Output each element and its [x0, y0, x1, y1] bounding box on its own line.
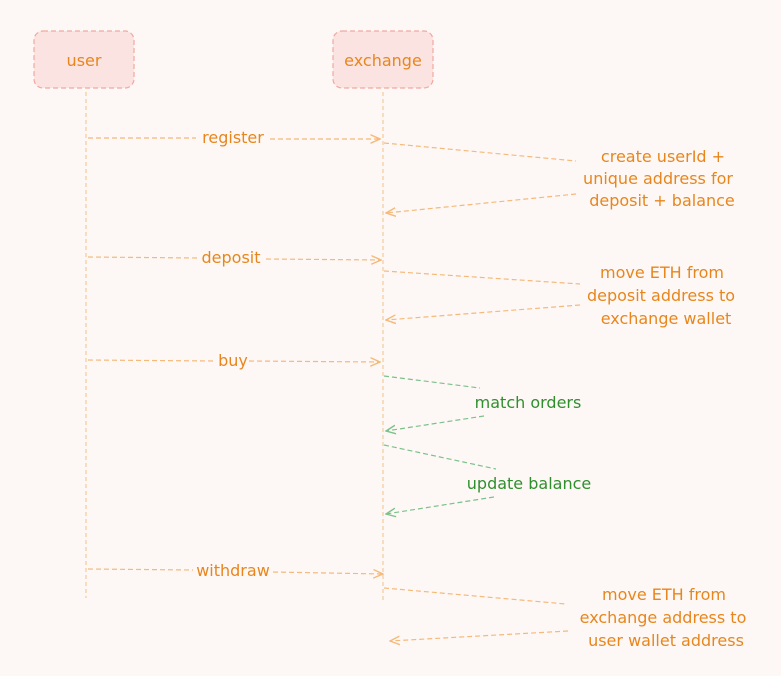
note-match: match orders	[383, 375, 582, 431]
note-register: create userId + unique address for depos…	[383, 142, 735, 213]
actor-exchange-label: exchange	[344, 51, 422, 70]
note-register-line-1: create userId +	[601, 147, 725, 166]
actor-user-label: user	[67, 51, 102, 70]
message-deposit-line-a	[87, 256, 199, 259]
note-match-label: match orders	[475, 393, 582, 412]
note-withdraw-line-out	[383, 587, 567, 605]
note-withdraw-arrow-back	[390, 630, 569, 641]
note-register-line-3: deposit + balance	[589, 191, 735, 210]
note-deposit-line-3: exchange wallet	[601, 309, 732, 328]
actor-exchange: exchange	[332, 30, 434, 89]
sequence-diagram: user exchange register create userId + u…	[33, 30, 747, 650]
actor-user: user	[33, 30, 135, 89]
note-match-line-out	[383, 375, 481, 389]
message-deposit: deposit	[87, 248, 381, 267]
message-deposit-arrow	[265, 259, 381, 260]
message-buy-arrow	[248, 361, 380, 362]
note-register-arrow-back	[386, 193, 577, 213]
note-update: update balance	[383, 444, 591, 514]
note-deposit-line-2: deposit address to	[587, 286, 735, 305]
message-register-label: register	[202, 128, 264, 147]
message-withdraw-arrow	[272, 572, 383, 574]
message-withdraw-line-a	[87, 568, 194, 571]
message-buy-label: buy	[218, 351, 248, 370]
note-deposit-arrow-back	[386, 304, 581, 320]
message-register: register	[88, 128, 380, 147]
note-deposit: move ETH from deposit address to exchang…	[383, 263, 735, 328]
note-deposit-line-out	[383, 270, 581, 285]
note-withdraw-line-3: user wallet address	[588, 631, 744, 650]
sequence-diagram-canvas: user exchange register create userId + u…	[0, 0, 781, 676]
note-withdraw-line-2: exchange address to	[580, 608, 747, 627]
message-buy: buy	[87, 351, 380, 370]
note-deposit-line-1: move ETH from	[600, 263, 724, 282]
message-buy-line-a	[87, 359, 217, 362]
message-withdraw: withdraw	[87, 561, 383, 580]
message-deposit-label: deposit	[202, 248, 261, 267]
note-register-line-2: unique address for	[583, 169, 733, 188]
note-withdraw: move ETH from exchange address to user w…	[383, 585, 747, 650]
note-update-label: update balance	[467, 474, 591, 493]
note-match-arrow-back	[386, 415, 485, 431]
note-withdraw-line-1: move ETH from	[602, 585, 726, 604]
message-withdraw-label: withdraw	[196, 561, 270, 580]
note-register-line-out	[383, 142, 577, 162]
note-update-line-out	[383, 444, 497, 470]
note-update-arrow-back	[386, 496, 495, 514]
